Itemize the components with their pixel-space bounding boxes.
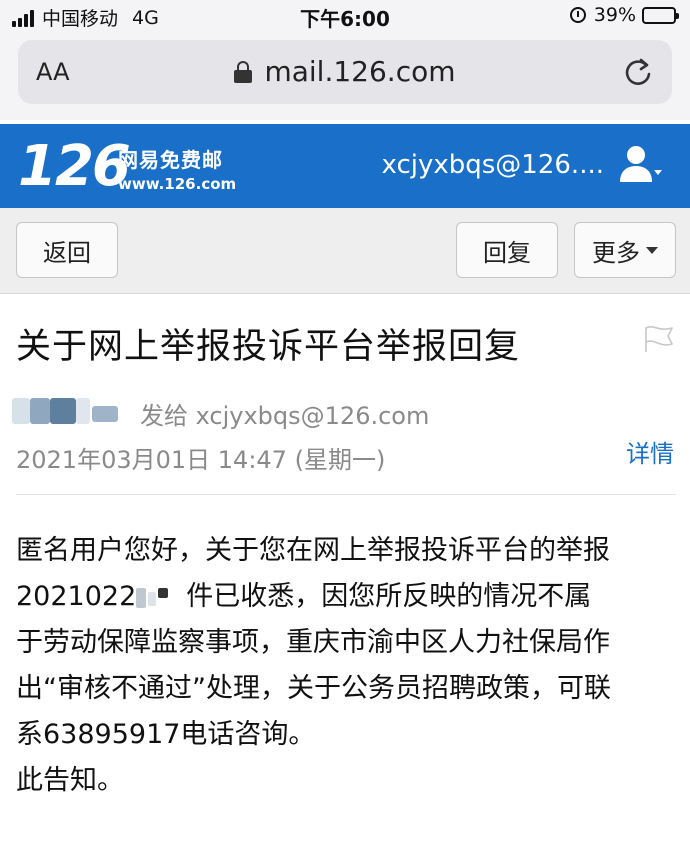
- body-line: 于劳动保障监察事项，重庆市渝中区人力社保局作: [16, 627, 610, 658]
- status-bar: 中国移动 4G 下午6:00 39%: [0, 0, 690, 34]
- body-line: 出“审核不通过”处理，关于公务员招聘政策，可联: [16, 673, 611, 704]
- battery-percent: 39%: [593, 4, 636, 26]
- back-label: 返回: [43, 238, 91, 267]
- message-date: 2021年03月01日 14:47 (星期一): [16, 446, 386, 474]
- flag-icon[interactable]: [642, 324, 676, 354]
- battery-icon: [642, 6, 679, 24]
- message-subject: 关于网上举报投诉平台举报回复: [16, 327, 521, 367]
- logo-subtitle: 网易免费邮 www.126.com: [118, 144, 236, 193]
- url-text: mail.126.com: [264, 55, 456, 88]
- lock-icon: [234, 60, 253, 83]
- url-display[interactable]: mail.126.com: [18, 55, 672, 88]
- sender-avatar-blurred: [12, 394, 122, 428]
- logo-en: www.126.com: [118, 175, 237, 193]
- alarm-icon: [569, 7, 586, 23]
- more-button[interactable]: 更多: [574, 222, 676, 278]
- chevron-down-icon: [646, 246, 658, 254]
- mail-header: 126 网易免费邮 www.126.com xcjyxbqs@126....: [0, 124, 690, 208]
- redacted-number: [136, 586, 172, 608]
- body-line: 此告知。: [16, 765, 124, 796]
- back-button[interactable]: 返回: [16, 222, 118, 278]
- address-bar[interactable]: AA mail.126.com: [18, 40, 672, 104]
- body-line: 2021022 件已收悉，因您所反映的情况不属: [16, 574, 680, 620]
- logo-cn: 网易免费邮: [118, 148, 223, 172]
- reply-label: 回复: [483, 238, 531, 267]
- user-icon[interactable]: [618, 144, 662, 184]
- sent-to-line: 发给 xcjyxbqs@126.com: [140, 402, 430, 430]
- body-line: 匿名用户您好，关于您在网上举报投诉平台的举报: [16, 535, 610, 566]
- logo-126[interactable]: 126: [18, 134, 131, 199]
- body-line: 系63895917电话咨询。: [16, 719, 316, 750]
- message-toolbar: 返回 回复 更多: [0, 208, 690, 294]
- header-divider: [16, 494, 676, 495]
- message-body: 匿名用户您好，关于您在网上举报投诉平台的举报 2021022 件已收悉，因您所反映…: [16, 528, 680, 804]
- reply-button[interactable]: 回复: [456, 222, 558, 278]
- account-email[interactable]: xcjyxbqs@126....: [382, 150, 604, 180]
- more-label: 更多: [592, 238, 640, 267]
- report-number-prefix: 2021022: [16, 581, 137, 612]
- body-line-rest: 件已收悉，因您所反映的情况不属: [186, 581, 592, 612]
- reload-icon[interactable]: [622, 56, 654, 88]
- detail-link[interactable]: 详情: [626, 434, 674, 469]
- browser-chrome: AA mail.126.com: [0, 34, 690, 120]
- status-right: 39%: [569, 4, 679, 26]
